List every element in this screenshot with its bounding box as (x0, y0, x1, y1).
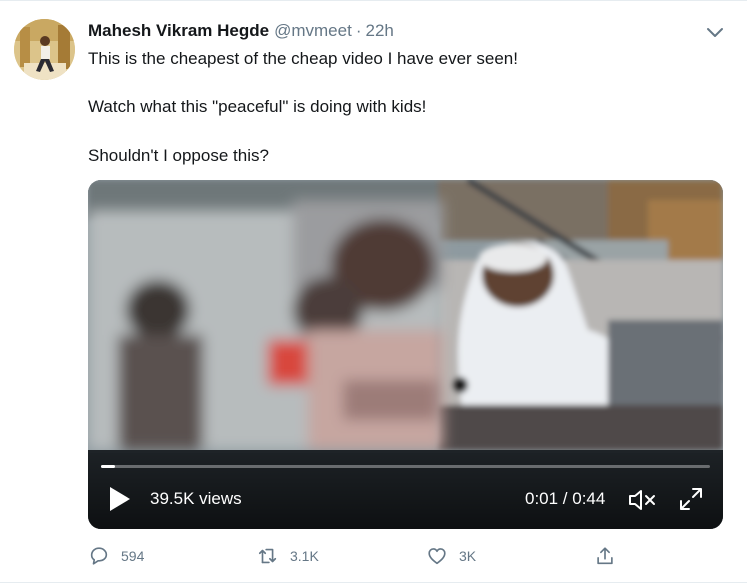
tweet-text-line: This is the cheapest of the cheap video … (88, 49, 518, 68)
avatar[interactable] (14, 19, 75, 80)
tweet-header: Mahesh Vikram Hegde @mvmeet · 22h (88, 21, 394, 45)
play-icon[interactable] (108, 486, 132, 512)
reply-button[interactable]: 594 (88, 541, 144, 571)
tweet-card[interactable]: Mahesh Vikram Hegde @mvmeet · 22h This i… (0, 0, 747, 583)
tweet-actions: 594 3.1K 3K (88, 541, 628, 571)
tweet-text-line: Shouldn't I oppose this? (88, 146, 269, 165)
like-button[interactable]: 3K (426, 541, 476, 571)
video-progress-fill (101, 465, 115, 468)
video-controls: 39.5K views 0:01 / 0:44 (88, 453, 723, 529)
share-button[interactable] (594, 541, 616, 571)
user-handle[interactable]: @mvmeet (274, 21, 352, 41)
separator-dot: · (355, 21, 362, 40)
reply-count: 594 (121, 548, 145, 564)
heart-icon (428, 548, 446, 565)
retweet-icon (258, 548, 277, 564)
display-name[interactable]: Mahesh Vikram Hegde (88, 21, 269, 41)
expand-icon[interactable] (678, 486, 704, 512)
chevron-down-icon[interactable] (704, 21, 726, 43)
share-icon (597, 547, 613, 565)
like-count: 3K (459, 548, 477, 564)
retweet-count: 3.1K (290, 548, 319, 564)
video-player[interactable]: 39.5K views 0:01 / 0:44 (88, 180, 723, 529)
tweet-text-line: Watch what this "peaceful" is doing with… (88, 97, 427, 116)
view-count: 39.5K views (150, 489, 242, 508)
retweet-button[interactable]: 3.1K (257, 541, 319, 571)
video-timecode: 0:01 / 0:44 (525, 489, 606, 508)
timestamp[interactable]: 22h (365, 21, 393, 41)
speaker-muted-icon[interactable] (627, 488, 657, 512)
comment-icon (90, 547, 108, 565)
video-progress-bar[interactable] (101, 465, 710, 468)
